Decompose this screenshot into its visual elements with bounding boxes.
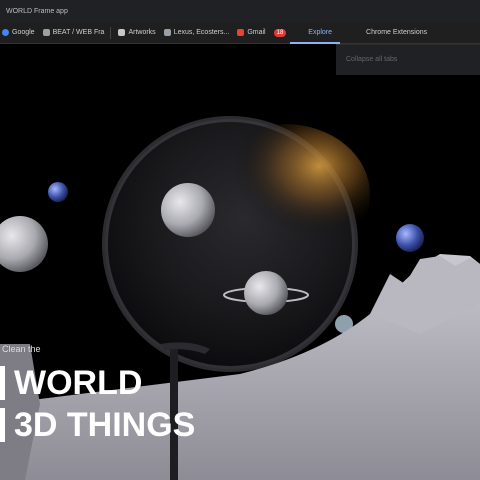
bookmark-artworks[interactable]: Artworks bbox=[118, 25, 156, 41]
mail-icon bbox=[237, 29, 245, 36]
headline-accent-bar bbox=[0, 366, 5, 400]
notification-badge[interactable]: 18 bbox=[273, 25, 287, 41]
bookmark-label: Artworks bbox=[128, 29, 156, 36]
bookmark-label: Lexus, Ecosters... bbox=[173, 29, 230, 36]
hero-headline-line2: 3D THINGS bbox=[14, 406, 196, 444]
tab-explore[interactable]: Explore bbox=[290, 22, 340, 44]
bookmark-label: Gmail bbox=[247, 29, 266, 36]
toolbar-divider bbox=[110, 26, 112, 39]
bookmarks-bar: Google BEAT / WEB Fra Artworks Lexus, Ec… bbox=[0, 22, 480, 44]
bookmark-label: BEAT / WEB Fra bbox=[52, 29, 105, 36]
bookmark-google[interactable]: Google bbox=[2, 25, 35, 41]
tab-label: Explore bbox=[308, 29, 333, 36]
tab-chrome-extensions[interactable]: Chrome Extensions bbox=[366, 29, 427, 36]
title-bar: WORLD Frame app bbox=[0, 0, 480, 22]
badge-count: 18 bbox=[273, 28, 287, 37]
grey-planet bbox=[161, 183, 215, 237]
bookmark-beat-web[interactable]: BEAT / WEB Fra bbox=[42, 25, 105, 41]
bookmark-icon bbox=[118, 29, 126, 36]
bookmark-lexus[interactable]: Lexus, Ecosters... bbox=[163, 25, 230, 41]
tab-label: Chrome Extensions bbox=[366, 29, 428, 36]
hero-scene: Clean the WORLD 3D THINGS bbox=[0, 44, 480, 480]
headline-accent-bar bbox=[0, 408, 5, 442]
window-title: WORLD Frame app bbox=[6, 7, 68, 15]
bookmark-gmail[interactable]: Gmail bbox=[237, 25, 266, 41]
hero-headline-line1: WORLD bbox=[14, 364, 143, 402]
bookmark-label: Google bbox=[12, 29, 35, 36]
dropdown-item[interactable]: Collapse all tabs bbox=[346, 56, 397, 63]
small-blue-planet bbox=[48, 182, 68, 202]
page-icon bbox=[42, 29, 50, 36]
page-icon bbox=[163, 29, 171, 36]
tab-dropdown-menu: Collapse all tabs bbox=[336, 44, 480, 75]
browser-window: WORLD Frame app Google BEAT / WEB Fra Ar… bbox=[0, 0, 480, 480]
blue-planet-right bbox=[396, 224, 424, 252]
hero-kicker: Clean the bbox=[2, 344, 41, 354]
google-icon bbox=[2, 29, 9, 36]
